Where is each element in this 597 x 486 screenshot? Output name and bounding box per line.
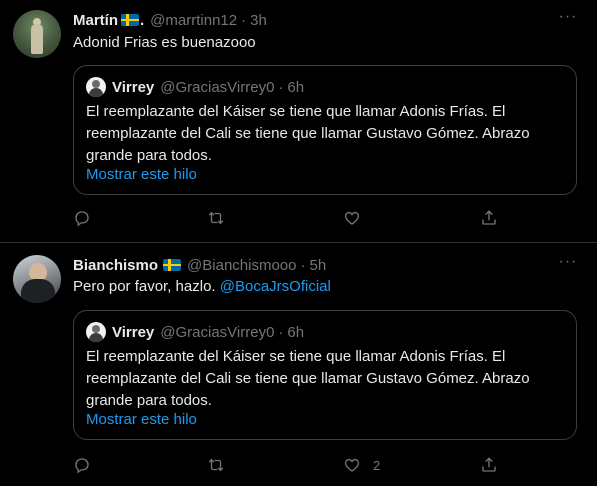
reply-icon xyxy=(75,458,89,474)
retweet-button[interactable] xyxy=(207,208,237,228)
reply-button[interactable] xyxy=(73,455,103,475)
show-thread-link[interactable]: Mostrar este hilo xyxy=(86,411,197,428)
quoted-author-name: Virrey xyxy=(112,78,155,96)
quoted-author-handle: @GraciasVirrey0 xyxy=(160,78,275,96)
quoted-tweet-header: Virrey @GraciasVirrey0 · 6h xyxy=(86,322,304,342)
quoted-author-handle: @GraciasVirrey0 xyxy=(160,323,275,341)
mention-link[interactable]: @BocaJrsOficial xyxy=(220,278,331,295)
reply-icon xyxy=(75,211,89,227)
tweet-text: Adonid Frias es buenazooo xyxy=(73,33,256,53)
more-dots-icon[interactable]: ··· xyxy=(557,9,579,30)
tweet[interactable]: Martín . @marrtinn12 · 3h ··· Adonid Fri… xyxy=(0,0,597,243)
retweet-icon xyxy=(208,458,224,472)
quoted-tweet-text: El reemplazante del Káiser se tiene que … xyxy=(86,101,566,167)
author-handle[interactable]: @marrtinn12 xyxy=(150,12,237,29)
separator-dot: · xyxy=(300,256,306,274)
author-name-suffix: . xyxy=(140,11,145,29)
like-count: 2 xyxy=(373,457,381,473)
quoted-text-line: El reemplazante del Káiser se tiene que … xyxy=(86,348,506,365)
quoted-text-line: grande para todos. xyxy=(86,147,212,164)
heart-icon xyxy=(344,211,360,225)
tweet-header: Martín . @marrtinn12 · 3h xyxy=(73,10,267,30)
tweet-actions: 2 xyxy=(73,455,513,475)
avatar[interactable] xyxy=(13,255,61,303)
avatar-figure-body xyxy=(31,24,43,54)
heart-icon xyxy=(344,458,360,472)
share-button[interactable] xyxy=(480,455,498,475)
author-name[interactable]: Bianchismo xyxy=(73,257,158,274)
quoted-text-line: reemplazante del Cali se tiene que llama… xyxy=(86,370,530,387)
quoted-tweet[interactable]: Virrey @GraciasVirrey0 · 6h El reemplaza… xyxy=(73,65,577,195)
avatar[interactable] xyxy=(13,10,61,58)
author-handle[interactable]: @Bianchismooo xyxy=(187,257,296,274)
tweet-actions xyxy=(73,208,513,228)
separator-dot: · xyxy=(241,11,247,29)
tweet-header: Bianchismo @Bianchismooo · 5h xyxy=(73,255,326,275)
quoted-text-line: grande para todos. xyxy=(86,392,212,409)
quoted-avatar xyxy=(86,322,106,342)
sweden-flag-icon xyxy=(163,259,182,271)
quoted-text-line: reemplazante del Cali se tiene que llama… xyxy=(86,125,530,142)
quoted-text-line: El reemplazante del Káiser se tiene que … xyxy=(86,103,506,120)
quoted-author-name: Virrey xyxy=(112,323,155,341)
separator-dot: · xyxy=(278,78,284,96)
quoted-timestamp: 6h xyxy=(287,78,305,96)
retweet-button[interactable] xyxy=(207,455,237,475)
share-icon xyxy=(482,210,496,225)
tweet-text-content: Adonid Frias es buenazooo xyxy=(73,34,256,51)
tweet-timestamp[interactable]: 5h xyxy=(309,257,326,274)
tweet[interactable]: Bianchismo @Bianchismooo · 5h ··· Pero p… xyxy=(0,243,597,486)
share-button[interactable] xyxy=(480,208,498,228)
more-dots-icon[interactable]: ··· xyxy=(557,254,579,275)
quoted-tweet-header: Virrey @GraciasVirrey0 · 6h xyxy=(86,77,304,97)
retweet-icon xyxy=(208,211,224,225)
share-icon xyxy=(482,457,496,472)
separator-dot: · xyxy=(278,323,284,341)
sweden-flag-icon xyxy=(121,14,139,26)
tweet-timestamp[interactable]: 3h xyxy=(250,12,267,29)
tweet-text: Pero por favor, hazlo. @BocaJrsOficial xyxy=(73,277,331,297)
reply-button[interactable] xyxy=(73,208,103,228)
avatar-figure-body xyxy=(21,279,55,303)
like-button[interactable]: 2 xyxy=(343,455,380,475)
quoted-tweet[interactable]: Virrey @GraciasVirrey0 · 6h El reemplaza… xyxy=(73,310,577,440)
quoted-avatar xyxy=(86,77,106,97)
quoted-tweet-text: El reemplazante del Káiser se tiene que … xyxy=(86,346,566,412)
like-button[interactable] xyxy=(343,208,373,228)
author-name[interactable]: Martín xyxy=(73,12,118,29)
tweet-text-content: Pero por favor, hazlo. xyxy=(73,278,220,295)
show-thread-link[interactable]: Mostrar este hilo xyxy=(86,166,197,183)
quoted-timestamp: 6h xyxy=(287,323,305,341)
